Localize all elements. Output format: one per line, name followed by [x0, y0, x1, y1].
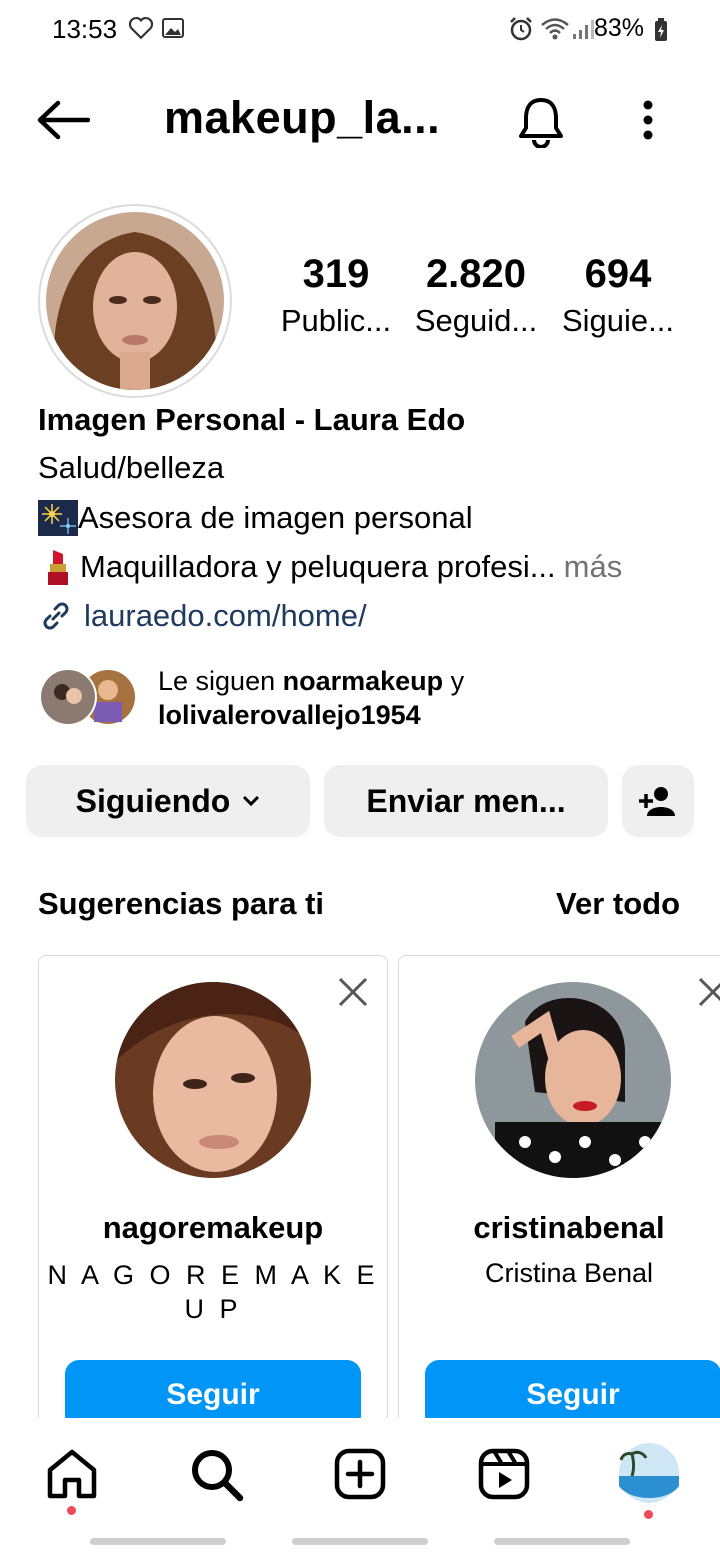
suggestion-username[interactable]: nagoremakeup — [39, 1210, 387, 1246]
page-title: makeup_la... — [164, 92, 441, 143]
gesture-bar — [90, 1538, 226, 1545]
followed-by-user1: noarmakeup — [282, 666, 444, 696]
suggestion-photo — [115, 982, 311, 1178]
bio-line-1-text: Asesora de imagen personal — [78, 500, 473, 535]
fireworks-icon — [38, 500, 78, 536]
stat-following-label: Siguie... — [561, 303, 674, 338]
add-post-icon — [334, 1448, 386, 1500]
bottom-navigation — [0, 1418, 720, 1560]
suggestion-photo — [475, 982, 671, 1178]
bell-icon — [519, 98, 563, 149]
bio-more-link[interactable]: más — [564, 549, 623, 585]
notification-dot — [67, 1506, 76, 1515]
nav-profile[interactable] — [618, 1442, 680, 1519]
stat-followers[interactable]: 2.820 Seguid... — [406, 252, 546, 339]
battery-percent: 83% — [593, 14, 644, 42]
nav-search[interactable] — [190, 1448, 244, 1507]
profile-name: Imagen Personal - Laura Edo — [38, 402, 466, 437]
alarm-icon — [508, 16, 534, 47]
suggestion-card[interactable]: cristinabenal Cristina Benal Seguir — [398, 955, 720, 1437]
reels-icon — [478, 1448, 530, 1500]
stat-posts[interactable]: 319 Public... — [266, 252, 406, 339]
stat-followers-value: 2.820 — [425, 252, 527, 296]
see-all-link[interactable]: Ver todo — [556, 886, 680, 922]
battery-icon — [654, 18, 668, 47]
suggestions-heading: Sugerencias para ti — [38, 886, 325, 921]
stat-followers-label: Seguid... — [414, 303, 538, 338]
followed-by-and: y — [443, 666, 465, 696]
bio-line-1: Asesora de imagen personal — [38, 500, 473, 536]
mutual-followers-avatars[interactable] — [38, 666, 138, 728]
search-icon — [192, 1450, 244, 1502]
dismiss-suggestion-button[interactable] — [337, 976, 369, 1008]
suggestion-avatar[interactable] — [475, 982, 671, 1178]
profile-link-text: lauraedo.com/home/ — [84, 598, 367, 633]
nav-create[interactable] — [334, 1448, 386, 1505]
gallery-icon — [162, 18, 184, 43]
stat-following[interactable]: 694 Siguie... — [548, 252, 688, 339]
mutual-avatar-stack — [39, 668, 137, 726]
chevron-down-icon — [243, 795, 260, 807]
following-button[interactable]: Siguiendo — [26, 765, 310, 837]
suggestion-username[interactable]: cristinabenal — [399, 1210, 720, 1246]
bio-line-2-text: Maquilladora y peluquera profesi... — [80, 549, 556, 584]
followed-by-user2: lolivalerovallejo1954 — [158, 700, 421, 730]
message-button-label: Enviar men... — [366, 782, 566, 819]
status-bar: 13:53 83% — [0, 0, 720, 60]
suggestion-card[interactable]: nagoremakeup N A G O R E M A K E U P Seg… — [38, 955, 388, 1437]
followed-by-prefix: Le siguen — [158, 666, 283, 696]
profile-avatar[interactable] — [38, 204, 232, 398]
followed-by-text[interactable]: Le siguen noarmakeup y lolivalerovallejo… — [158, 664, 464, 732]
dismiss-suggestion-button[interactable] — [697, 976, 720, 1008]
bio-line-2: Maquilladora y peluquera profesi... más — [38, 548, 622, 586]
add-person-icon — [639, 787, 675, 816]
signal-icon — [572, 18, 594, 45]
profile-link[interactable]: lauraedo.com/home/ — [38, 598, 367, 634]
home-icon — [47, 1449, 97, 1499]
close-icon — [698, 977, 720, 1007]
gesture-bar — [494, 1538, 630, 1545]
profile-category: Salud/belleza — [38, 450, 225, 485]
stat-following-value: 694 — [584, 252, 652, 296]
nav-home[interactable] — [46, 1448, 98, 1515]
more-options-button[interactable] — [642, 100, 654, 145]
notification-dot — [644, 1510, 653, 1519]
message-button[interactable]: Enviar men... — [324, 765, 608, 837]
profile-photo — [46, 212, 224, 390]
heart-icon — [128, 16, 154, 45]
link-icon — [43, 602, 69, 630]
suggest-people-button[interactable] — [622, 765, 694, 837]
stat-posts-value: 319 — [302, 252, 370, 296]
back-button[interactable] — [36, 100, 91, 145]
arrow-left-icon — [37, 100, 91, 140]
close-icon — [338, 977, 368, 1007]
suggestion-avatar[interactable] — [115, 982, 311, 1178]
status-time: 13:53 — [52, 14, 118, 44]
following-button-label: Siguiendo — [75, 782, 231, 819]
suggestion-full-name: N A G O R E M A K E U P — [47, 1260, 379, 1324]
stat-posts-label: Public... — [280, 303, 392, 338]
nav-reels[interactable] — [478, 1448, 530, 1505]
profile-avatar-icon — [619, 1443, 679, 1503]
vertical-dots-icon — [643, 100, 653, 140]
suggestion-full-name: Cristina Benal — [484, 1258, 654, 1288]
notifications-button[interactable] — [516, 94, 566, 153]
lipstick-icon — [48, 550, 68, 585]
wifi-icon — [540, 16, 570, 47]
gesture-bar — [292, 1538, 428, 1545]
